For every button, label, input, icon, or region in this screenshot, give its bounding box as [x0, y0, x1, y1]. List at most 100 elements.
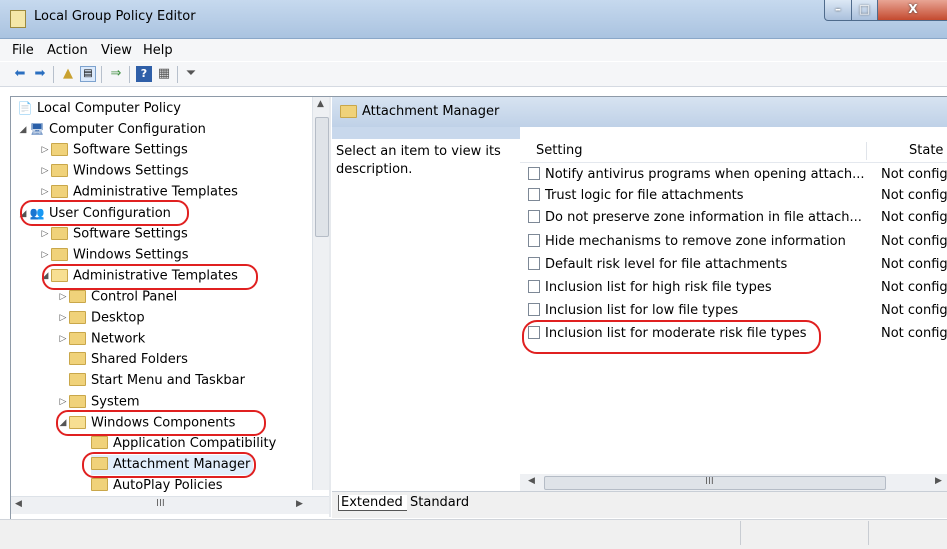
expand-arrow-icon[interactable]: ▷: [39, 245, 51, 265]
annotation-circle: [82, 452, 256, 478]
description-text: Select an item to view its description.: [336, 144, 501, 177]
scroll-thumb[interactable]: III: [544, 476, 886, 490]
folder-icon: [69, 331, 86, 345]
column-header-setting[interactable]: Setting: [536, 143, 583, 158]
table-row[interactable]: Notify antivirus programs when opening a…: [528, 164, 947, 185]
folder-icon: [51, 226, 68, 240]
expand-arrow-icon[interactable]: ▷: [39, 224, 51, 244]
policy-setting-icon: [528, 280, 540, 293]
status-separator: [740, 521, 741, 545]
expand-arrow-icon[interactable]: ▷: [39, 161, 51, 181]
scroll-thumb[interactable]: [315, 117, 329, 237]
scroll-up-icon[interactable]: ▲: [317, 99, 324, 109]
help-icon[interactable]: ?: [136, 66, 152, 82]
folder-icon: [69, 352, 86, 365]
column-header-state[interactable]: State: [909, 143, 943, 158]
pane-splitter[interactable]: [329, 97, 331, 517]
tree-node-desktop[interactable]: ▷ Desktop: [57, 308, 145, 328]
table-row[interactable]: Inclusion list for low file types Not con…: [528, 300, 947, 321]
tree-node-network[interactable]: ▷ Network: [57, 329, 145, 349]
tab-standard[interactable]: Standard: [410, 495, 469, 510]
scroll-right-icon[interactable]: ▶: [296, 499, 303, 509]
detail-header-title: Attachment Manager: [362, 104, 500, 119]
toolbar-separator: [53, 66, 54, 83]
tree-node-windows-settings[interactable]: ▷ Windows Settings: [39, 245, 188, 265]
menu-file[interactable]: File: [12, 43, 34, 58]
table-row[interactable]: Inclusion list for high risk file types N…: [528, 277, 947, 298]
folder-icon: [91, 478, 108, 491]
annotation-circle: [20, 200, 189, 226]
table-row[interactable]: Default risk level for file attachments N…: [528, 254, 947, 275]
tree-node-start-menu-and-taskbar[interactable]: Start Menu and Taskbar: [69, 371, 245, 387]
toolbar: ⬅ ➡ ▲ ▤ ⇒ ? ▦ ⏷: [0, 62, 947, 87]
show-hide-tree-icon[interactable]: ▤: [80, 66, 96, 82]
folder-icon: [51, 163, 68, 177]
folder-icon: [51, 142, 68, 156]
collapse-arrow-icon[interactable]: ◢: [17, 120, 29, 140]
scroll-thumb-grip: III: [705, 476, 714, 487]
tree-node-system[interactable]: ▷ System: [57, 392, 139, 412]
folder-icon: [69, 310, 86, 324]
table-row[interactable]: Hide mechanisms to remove zone informati…: [528, 231, 947, 252]
settings-column-header: Setting State: [520, 140, 947, 163]
tree-node-autoplay-policies[interactable]: AutoPlay Policies: [91, 476, 223, 496]
minimize-icon: –: [835, 2, 841, 16]
close-icon: X: [908, 2, 918, 16]
tree-node-software-settings[interactable]: ▷ Software Settings: [39, 224, 188, 244]
tree-horizontal-scrollbar[interactable]: ◀ III ▶: [11, 496, 329, 514]
detail-header-gap: [520, 127, 947, 139]
tree-node-computer-configuration[interactable]: ◢ 🖥 Computer Configuration: [17, 119, 206, 139]
menu-help[interactable]: Help: [143, 43, 173, 58]
status-bar: [0, 519, 947, 549]
folder-icon: [51, 247, 68, 261]
forward-arrow-icon[interactable]: ➡: [32, 66, 48, 82]
tree-node-software-settings[interactable]: ▷ Software Settings: [39, 140, 188, 160]
properties-icon[interactable]: ▦: [156, 66, 172, 82]
menu-view[interactable]: View: [101, 43, 132, 58]
expand-arrow-icon[interactable]: ▷: [39, 140, 51, 160]
expand-arrow-icon[interactable]: ▷: [57, 287, 69, 307]
maximize-button[interactable]: □: [851, 0, 878, 21]
tree-vertical-scrollbar[interactable]: ▲: [312, 97, 330, 490]
maximize-icon: □: [858, 2, 871, 16]
tree-node-application-compatibility[interactable]: Application Compatibility: [91, 434, 276, 454]
up-folder-icon[interactable]: ▲: [60, 66, 76, 82]
policy-setting-icon: [528, 326, 540, 339]
tree-node-windows-settings[interactable]: ▷ Windows Settings: [39, 161, 188, 181]
scroll-left-icon[interactable]: ◀: [528, 476, 535, 486]
table-row[interactable]: Do not preserve zone information in file…: [528, 207, 947, 228]
console-tree[interactable]: 📄 Local Computer Policy ◢ 🖥 Computer Config…: [11, 97, 311, 387]
filter-icon[interactable]: ⏷: [183, 66, 199, 82]
tree-node-control-panel[interactable]: ▷ Control Panel: [57, 287, 177, 307]
tab-extended[interactable]: Extended: [338, 495, 407, 511]
table-row[interactable]: Inclusion list for moderate risk file ty…: [528, 323, 947, 344]
tree-node-shared-folders[interactable]: Shared Folders: [69, 350, 188, 370]
detail-horizontal-scrollbar[interactable]: ◀ III ▶: [520, 474, 947, 491]
export-list-icon[interactable]: ⇒: [108, 66, 124, 82]
expand-arrow-icon[interactable]: ▷: [57, 308, 69, 328]
policy-setting-icon: [528, 210, 540, 223]
tree-node-administrative-templates[interactable]: ▷ Administrative Templates: [39, 182, 238, 202]
policy-setting-icon: [528, 303, 540, 316]
status-separator: [868, 521, 869, 545]
back-arrow-icon[interactable]: ⬅: [12, 66, 28, 82]
menu-bar: File Action View Help: [0, 39, 947, 61]
scroll-left-icon[interactable]: ◀: [15, 499, 22, 509]
annotation-circle: [56, 410, 266, 436]
column-separator[interactable]: [866, 142, 867, 160]
close-button[interactable]: X: [877, 0, 947, 21]
tree-node-local-computer-policy[interactable]: 📄 Local Computer Policy: [17, 98, 181, 118]
expand-arrow-icon[interactable]: ▷: [57, 392, 69, 412]
scroll-right-icon[interactable]: ▶: [935, 476, 942, 486]
folder-icon: [69, 289, 86, 303]
expand-arrow-icon[interactable]: ▷: [39, 182, 51, 202]
menu-action[interactable]: Action: [47, 43, 88, 58]
scroll-thumb-grip: III: [156, 498, 165, 509]
minimize-button[interactable]: –: [824, 0, 852, 21]
table-row[interactable]: Trust logic for file attachments Not conf…: [528, 185, 947, 206]
computer-icon: 🖥: [29, 122, 45, 136]
policy-setting-icon: [528, 188, 540, 201]
policy-setting-icon: [528, 234, 540, 247]
folder-icon: [69, 394, 86, 408]
expand-arrow-icon[interactable]: ▷: [57, 329, 69, 349]
